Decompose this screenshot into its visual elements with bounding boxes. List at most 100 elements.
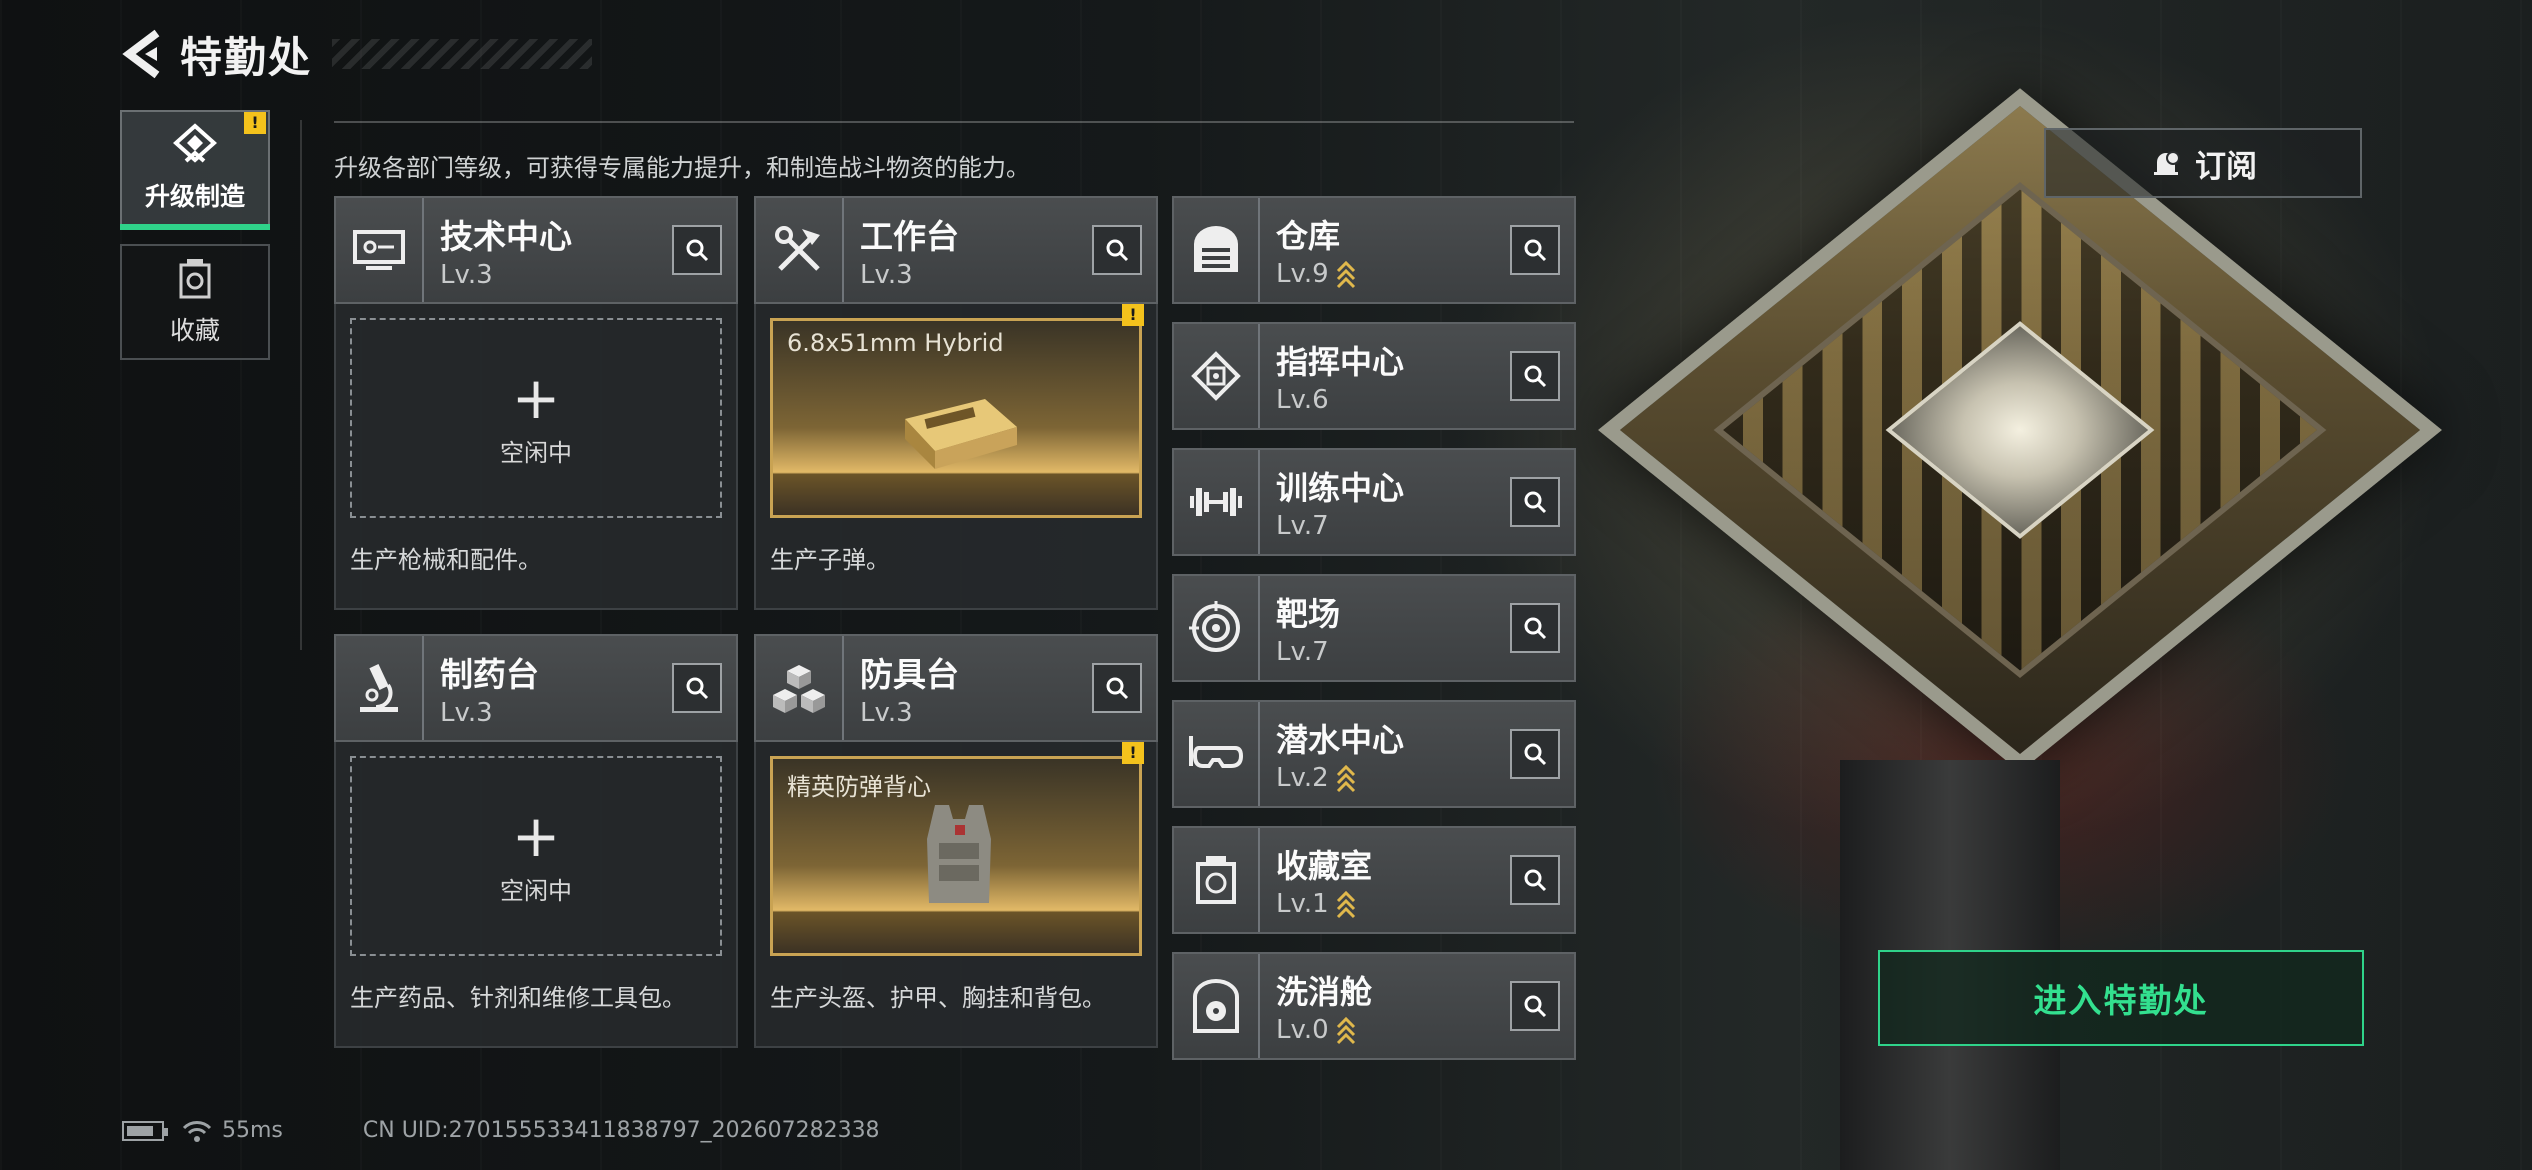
upgrade-available-icon <box>1336 260 1355 289</box>
search-icon <box>1106 677 1129 700</box>
station-level: Lv.3 <box>440 698 493 728</box>
station-description: 生产药品、针剂和维修工具包。 <box>350 984 686 1012</box>
nav-upgrade-craft[interactable]: 升级制造 ! <box>120 110 270 230</box>
department-name: 指挥中心 <box>1276 343 1405 381</box>
station-name: 防具台 <box>860 655 959 694</box>
department-level: Lv.2 <box>1276 763 1329 793</box>
enter-label: 进入特勤处 <box>2033 981 2209 1020</box>
department-level: Lv.6 <box>1276 385 1329 415</box>
search-button[interactable] <box>1510 729 1560 779</box>
station-tech-center: 技术中心 Lv.3 + 空闲中 生产枪械和配件。 <box>334 196 738 610</box>
idle-slot[interactable]: + 空闲中 <box>350 318 722 518</box>
station-description: 生产枪械和配件。 <box>350 546 542 574</box>
department-diving-center[interactable]: 潜水中心 Lv.2 <box>1172 700 1576 808</box>
department-name: 训练中心 <box>1276 469 1405 507</box>
department-level-row: Lv.1 <box>1276 889 1510 919</box>
ammo-box-icon <box>905 399 1017 469</box>
nav-collection[interactable]: 收藏 <box>120 244 270 360</box>
product-slot[interactable]: 6.8x51mm Hybrid <box>770 318 1142 518</box>
status-bar: 55ms CN UID:270155533411838797_202607282… <box>122 1118 880 1143</box>
nav-label: 升级制造 <box>144 182 245 211</box>
search-icon <box>1524 743 1547 766</box>
nav-label: 收藏 <box>169 316 220 345</box>
search-button[interactable] <box>1510 351 1560 401</box>
department-command-center[interactable]: 指挥中心 Lv.6 <box>1172 322 1576 430</box>
vest-icon <box>927 805 991 903</box>
station-header[interactable]: 防具台 Lv.3 <box>754 634 1158 742</box>
subscribe-button[interactable]: 订阅 <box>2044 128 2362 198</box>
search-icon <box>1524 869 1547 892</box>
search-button[interactable] <box>1510 603 1560 653</box>
department-name: 收藏室 <box>1276 847 1373 885</box>
search-button[interactable] <box>1092 663 1142 713</box>
search-icon <box>686 239 709 262</box>
search-icon <box>686 677 709 700</box>
search-icon <box>1524 239 1547 262</box>
microscope-icon <box>336 636 424 740</box>
department-level: Lv.7 <box>1276 511 1329 541</box>
back-button[interactable] <box>118 24 168 84</box>
bell-icon <box>2154 151 2180 175</box>
idle-label: 空闲中 <box>500 438 572 467</box>
uid-text: CN UID:270155533411838797_202607282338 <box>362 1118 880 1143</box>
station-name: 工作台 <box>860 217 959 256</box>
station-body: + 空闲中 生产药品、针剂和维修工具包。 <box>334 742 738 1048</box>
department-warehouse[interactable]: 仓库 Lv.9 <box>1172 196 1576 304</box>
search-button[interactable] <box>1510 477 1560 527</box>
battery-icon <box>122 1120 168 1141</box>
upgrade-available-icon <box>1336 890 1355 919</box>
search-icon <box>1106 239 1129 262</box>
search-button[interactable] <box>1092 225 1142 275</box>
department-shooting-range[interactable]: 靶场 Lv.7 <box>1172 574 1576 682</box>
product-slot[interactable]: 精英防弹背心 <box>770 756 1142 956</box>
radiation-icon <box>1174 954 1260 1058</box>
search-button[interactable] <box>1510 981 1560 1031</box>
subscribe-label: 订阅 <box>2195 148 2257 185</box>
station-body: 精英防弹背心 ! 生产头盔、护甲、胸挂和背包。 <box>754 742 1158 1048</box>
product-name: 6.8x51mm Hybrid <box>787 329 1004 357</box>
station-header[interactable]: 技术中心 Lv.3 <box>334 196 738 304</box>
title-decoration <box>332 39 593 69</box>
station-header[interactable]: 工作台 Lv.3 <box>754 196 1158 304</box>
plus-icon: + <box>511 801 561 870</box>
collection-icon <box>179 259 211 299</box>
department-training-center[interactable]: 训练中心 Lv.7 <box>1172 448 1576 556</box>
search-button[interactable] <box>1510 225 1560 275</box>
search-icon <box>1524 617 1547 640</box>
station-level: Lv.3 <box>440 260 493 290</box>
department-level-row: Lv.2 <box>1276 763 1510 793</box>
station-level: Lv.3 <box>860 260 913 290</box>
product-name: 精英防弹背心 <box>787 773 931 801</box>
alert-badge: ! <box>244 112 266 134</box>
department-level: Lv.1 <box>1276 889 1329 919</box>
header: 特勤处 <box>118 24 593 84</box>
search-button[interactable] <box>672 663 722 713</box>
department-level-row: Lv.0 <box>1276 1015 1510 1045</box>
department-level-row: Lv.9 <box>1276 259 1510 289</box>
back-arrow-icon <box>122 29 160 79</box>
station-description: 生产子弹。 <box>770 546 890 574</box>
station-name: 制药台 <box>440 655 539 694</box>
divider <box>300 120 302 650</box>
idle-slot[interactable]: + 空闲中 <box>350 756 722 956</box>
idle-label: 空闲中 <box>500 876 572 905</box>
station-workbench: 工作台 Lv.3 6.8x51mm Hybrid ! 生产子弹。 <box>754 196 1158 610</box>
alert-badge: ! <box>1122 304 1144 326</box>
department-collection-room[interactable]: 收藏室 Lv.1 <box>1172 826 1576 934</box>
department-decontamination[interactable]: 洗消舱 Lv.0 <box>1172 952 1576 1060</box>
search-icon <box>1524 365 1547 388</box>
divider <box>334 121 1574 123</box>
search-button[interactable] <box>672 225 722 275</box>
station-header[interactable]: 制药台 Lv.3 <box>334 634 738 742</box>
search-button[interactable] <box>1510 855 1560 905</box>
search-icon <box>1524 995 1547 1018</box>
target-icon <box>1174 576 1260 680</box>
cubes-icon <box>756 636 844 740</box>
department-level: Lv.0 <box>1276 1015 1329 1045</box>
warehouse-icon <box>1174 198 1260 302</box>
page-title: 特勤处 <box>180 32 313 82</box>
enter-headquarters-button[interactable]: 进入特勤处 <box>1878 950 2364 1046</box>
department-name: 洗消舱 <box>1276 973 1373 1011</box>
tools-icon <box>756 198 844 302</box>
upgrade-craft-icon <box>173 123 217 163</box>
